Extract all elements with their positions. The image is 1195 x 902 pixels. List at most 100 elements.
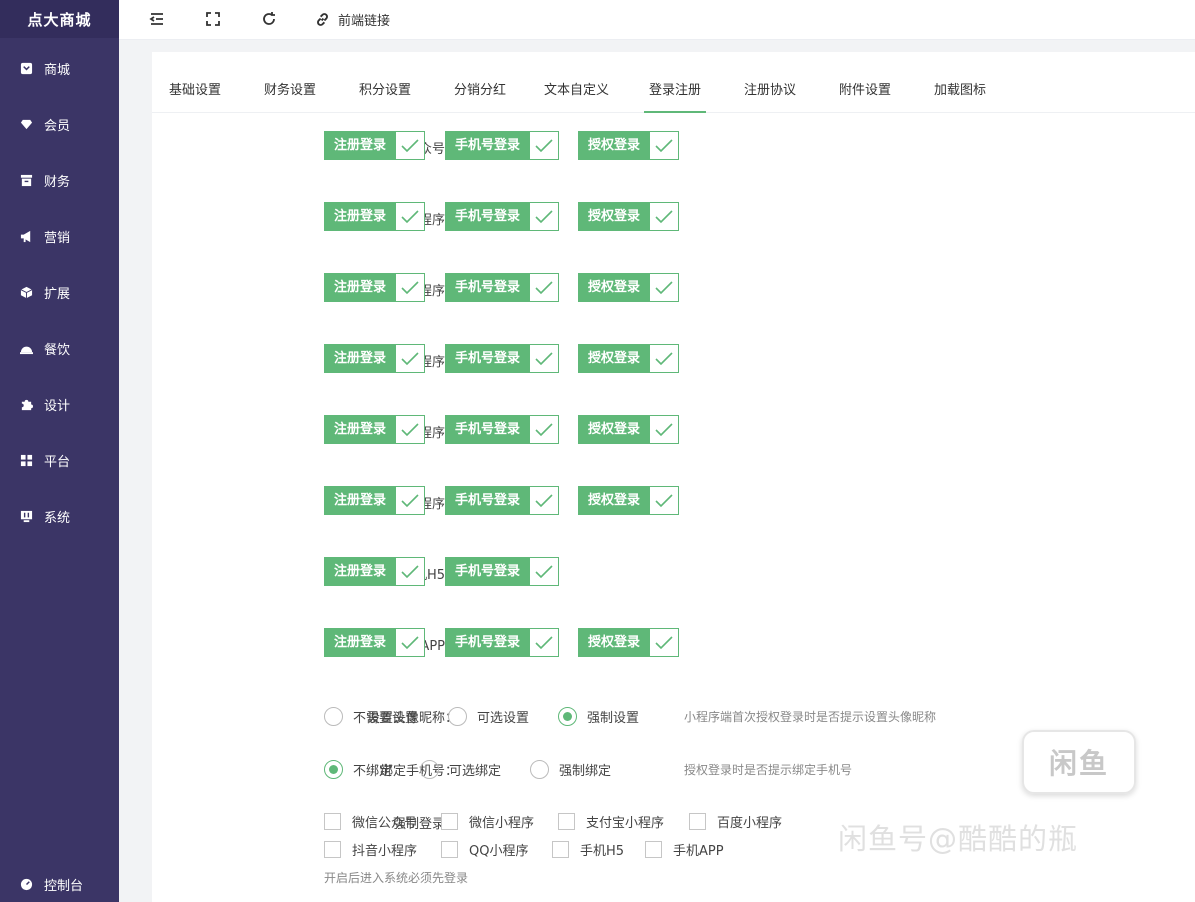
- refresh-icon[interactable]: [258, 8, 280, 30]
- fullscreen-icon[interactable]: [202, 8, 224, 30]
- check-icon: [530, 486, 560, 515]
- check-icon: [530, 628, 560, 657]
- checkbox-label: 注册登录: [324, 131, 397, 160]
- sidebar-item-finance[interactable]: 财务: [0, 160, 119, 200]
- check-icon: [530, 344, 560, 373]
- menu-collapse-icon[interactable]: [146, 8, 168, 30]
- frontend-link[interactable]: 前端链接: [315, 8, 390, 30]
- checkbox-label: 手机号登录: [445, 628, 531, 657]
- tab-finance[interactable]: 财务设置: [264, 52, 316, 113]
- brand-logo[interactable]: 点大商城: [0, 0, 119, 38]
- tab-loading-icon[interactable]: 加载图标: [934, 52, 986, 113]
- checkbox-label: 授权登录: [578, 415, 651, 444]
- checkbox-label: 手机号登录: [445, 273, 531, 302]
- radio-label: 强制设置: [587, 710, 640, 726]
- shop-icon: [19, 61, 33, 75]
- checkbox-auth-login[interactable]: 授权登录: [578, 202, 680, 231]
- checkbox-label: 注册登录: [324, 486, 397, 515]
- checkbox-force-wechat-mp[interactable]: 微信公众号: [324, 811, 417, 831]
- check-icon: [396, 202, 426, 231]
- tab-register-agreement[interactable]: 注册协议: [744, 52, 796, 113]
- sidebar-item-extension[interactable]: 扩展: [0, 272, 119, 312]
- sidebar-item-system[interactable]: 系统: [0, 496, 119, 536]
- checkbox-phone-login[interactable]: 手机号登录: [445, 131, 560, 160]
- check-icon: [396, 486, 426, 515]
- checkbox-phone-login[interactable]: 手机号登录: [445, 202, 560, 231]
- checkbox-label: 手机APP: [673, 843, 724, 859]
- radio-bind-optional[interactable]: 可选绑定: [420, 758, 501, 780]
- sidebar: 点大商城 商城 会员 财务 营销 扩展 餐饮 设计 平台 系统 控制台: [0, 0, 119, 902]
- megaphone-icon: [19, 229, 33, 243]
- checkbox-label: 抖音小程序: [352, 843, 418, 859]
- checkbox-auth-login[interactable]: 授权登录: [578, 273, 680, 302]
- watermark-text: 闲鱼号@酷酷的瓶: [838, 822, 1079, 856]
- checkbox-auth-login[interactable]: 授权登录: [578, 344, 680, 373]
- sidebar-item-shop[interactable]: 商城: [0, 48, 119, 88]
- checkbox-label: 微信小程序: [469, 815, 535, 831]
- checkbox-force-h5[interactable]: 手机H5: [552, 839, 624, 859]
- checkbox-force-qq-mini[interactable]: QQ小程序: [441, 839, 528, 859]
- checkbox-auth-login[interactable]: 授权登录: [578, 628, 680, 657]
- tab-bar: 基础设置 财务设置 积分设置 分销分红 文本自定义 登录注册 注册协议 附件设置…: [152, 52, 1195, 113]
- checkbox-register-login[interactable]: 注册登录: [324, 131, 426, 160]
- radio-circle: [530, 759, 549, 779]
- sidebar-item-dashboard[interactable]: 控制台: [0, 864, 119, 902]
- checkbox-auth-login[interactable]: 授权登录: [578, 415, 680, 444]
- checkbox-register-login[interactable]: 注册登录: [324, 344, 426, 373]
- checkbox-label: 注册登录: [324, 202, 397, 231]
- radio-avatar-none[interactable]: 不需要设置: [324, 705, 418, 727]
- tab-text-custom[interactable]: 文本自定义: [544, 52, 609, 113]
- check-icon: [650, 202, 680, 231]
- tab-distribution[interactable]: 分销分红: [454, 52, 506, 113]
- checkbox-register-login[interactable]: 注册登录: [324, 415, 426, 444]
- checkbox-register-login[interactable]: 注册登录: [324, 202, 426, 231]
- sidebar-item-member[interactable]: 会员: [0, 104, 119, 144]
- checkbox-register-login[interactable]: 注册登录: [324, 486, 426, 515]
- checkbox-register-login[interactable]: 注册登录: [324, 628, 426, 657]
- grid-icon: [19, 453, 33, 467]
- dashboard-icon: [19, 877, 33, 891]
- cube-icon: [19, 285, 33, 299]
- tab-login-register[interactable]: 登录注册: [644, 52, 707, 113]
- checkbox-force-alipay-mini[interactable]: 支付宝小程序: [558, 811, 664, 831]
- radio-bind-none[interactable]: 不绑定: [324, 758, 392, 780]
- checkbox-register-login[interactable]: 注册登录: [324, 557, 426, 586]
- radio-label: 不绑定: [353, 763, 393, 779]
- frontend-link-label: 前端链接: [338, 13, 391, 29]
- sidebar-item-design[interactable]: 设计: [0, 384, 119, 424]
- checkbox-auth-login[interactable]: 授权登录: [578, 131, 680, 160]
- sidebar-item-label: 会员: [44, 118, 71, 134]
- checkbox-phone-login[interactable]: 手机号登录: [445, 557, 560, 586]
- check-icon: [530, 415, 560, 444]
- checkbox-phone-login[interactable]: 手机号登录: [445, 415, 560, 444]
- checkbox-box: [552, 840, 569, 858]
- sidebar-item-label: 系统: [44, 510, 71, 526]
- tab-attachment[interactable]: 附件设置: [839, 52, 891, 113]
- checkbox-auth-login[interactable]: 授权登录: [578, 486, 680, 515]
- checkbox-phone-login[interactable]: 手机号登录: [445, 344, 560, 373]
- checkbox-force-baidu-mini[interactable]: 百度小程序: [689, 811, 782, 831]
- sidebar-item-platform[interactable]: 平台: [0, 440, 119, 480]
- checkbox-force-wechat-mini[interactable]: 微信小程序: [441, 811, 534, 831]
- tab-points[interactable]: 积分设置: [359, 52, 411, 113]
- sidebar-item-label: 平台: [44, 454, 71, 470]
- checkbox-force-douyin-mini[interactable]: 抖音小程序: [324, 839, 417, 859]
- tab-basic[interactable]: 基础设置: [169, 52, 221, 113]
- radio-bind-force[interactable]: 强制绑定: [530, 758, 611, 780]
- check-icon: [396, 415, 426, 444]
- checkbox-register-login[interactable]: 注册登录: [324, 273, 426, 302]
- force-login-hint: 开启后进入系统必须先登录: [324, 871, 469, 885]
- sidebar-item-catering[interactable]: 餐饮: [0, 328, 119, 368]
- checkbox-box: [441, 840, 458, 858]
- checkbox-box: [689, 812, 706, 830]
- checkbox-phone-login[interactable]: 手机号登录: [445, 628, 560, 657]
- radio-avatar-optional[interactable]: 可选设置: [448, 705, 529, 727]
- checkbox-phone-login[interactable]: 手机号登录: [445, 486, 560, 515]
- radio-avatar-force[interactable]: 强制设置: [558, 705, 639, 727]
- checkbox-label: 注册登录: [324, 557, 397, 586]
- checkbox-force-app[interactable]: 手机APP: [645, 839, 724, 859]
- checkbox-phone-login[interactable]: 手机号登录: [445, 273, 560, 302]
- check-icon: [396, 273, 426, 302]
- radio-label: 可选绑定: [449, 763, 502, 779]
- sidebar-item-marketing[interactable]: 营销: [0, 216, 119, 256]
